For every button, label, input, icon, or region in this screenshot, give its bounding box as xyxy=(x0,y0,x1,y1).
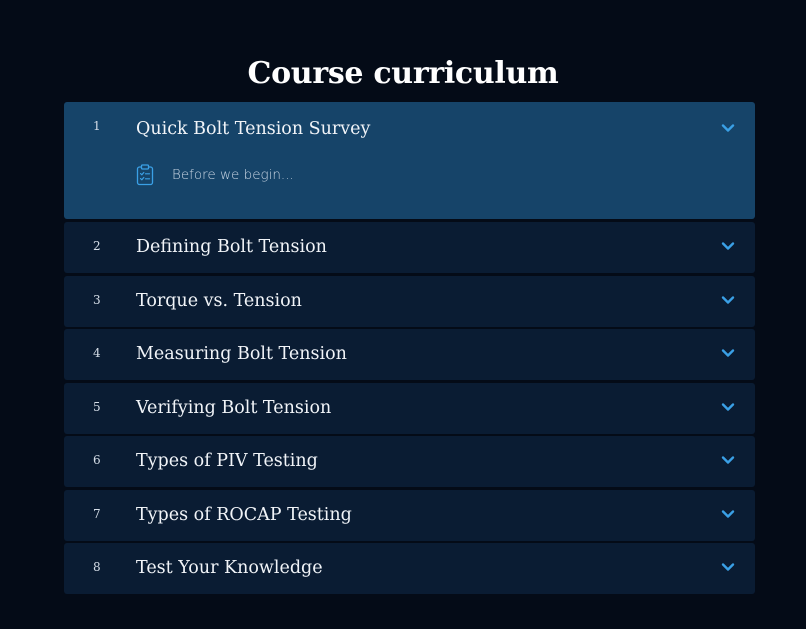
module-number: 4 xyxy=(93,346,101,360)
module-title[interactable]: Measuring Bolt Tension xyxy=(136,343,347,365)
module-number: 8 xyxy=(93,560,101,574)
module-number: 1 xyxy=(93,119,101,133)
chevron-down-icon[interactable] xyxy=(721,562,735,572)
module-title[interactable]: Defining Bolt Tension xyxy=(136,236,327,258)
clipboard-checklist-icon xyxy=(136,164,154,186)
chevron-down-icon[interactable] xyxy=(721,348,735,358)
chevron-down-icon[interactable] xyxy=(721,509,735,519)
module-number: 7 xyxy=(93,506,101,521)
chevron-down-icon[interactable] xyxy=(721,402,735,412)
chevron-down-icon[interactable] xyxy=(721,123,735,133)
lesson-title[interactable]: Before we begin... xyxy=(172,166,294,184)
module-title[interactable]: Test Your Knowledge xyxy=(136,557,323,579)
module-title[interactable]: Torque vs. Tension xyxy=(136,290,302,312)
module-title[interactable]: Quick Bolt Tension Survey xyxy=(136,118,370,140)
module-item-5[interactable]: 5 Verifying Bolt Tension xyxy=(64,382,755,434)
module-item-6[interactable]: 6 Types of PIV Testing xyxy=(64,436,755,487)
chevron-down-icon[interactable] xyxy=(721,295,735,305)
module-number: 3 xyxy=(93,292,101,307)
chevron-down-icon[interactable] xyxy=(721,455,735,465)
module-title[interactable]: Verifying Bolt Tension xyxy=(136,397,331,419)
module-item-7[interactable]: 7 Types of ROCAP Testing xyxy=(64,489,755,541)
module-item-4[interactable]: 4 Measuring Bolt Tension xyxy=(64,329,755,380)
module-item-1[interactable]: 1 Quick Bolt Tension Survey Before we be… xyxy=(64,102,755,219)
module-number: 5 xyxy=(93,399,101,414)
module-number: 6 xyxy=(93,453,101,467)
module-title[interactable]: Types of ROCAP Testing xyxy=(136,504,352,526)
page-title: Course curriculum xyxy=(247,56,559,92)
module-item-8[interactable]: 8 Test Your Knowledge xyxy=(64,543,755,594)
lesson-item[interactable]: Before we begin... xyxy=(136,164,294,186)
curriculum-list: 1 Quick Bolt Tension Survey Before we be… xyxy=(64,102,755,597)
module-number: 2 xyxy=(93,239,101,253)
module-title[interactable]: Types of PIV Testing xyxy=(136,450,318,472)
chevron-down-icon[interactable] xyxy=(721,241,735,251)
module-item-2[interactable]: 2 Defining Bolt Tension xyxy=(64,222,755,273)
module-item-3[interactable]: 3 Torque vs. Tension xyxy=(64,275,755,327)
